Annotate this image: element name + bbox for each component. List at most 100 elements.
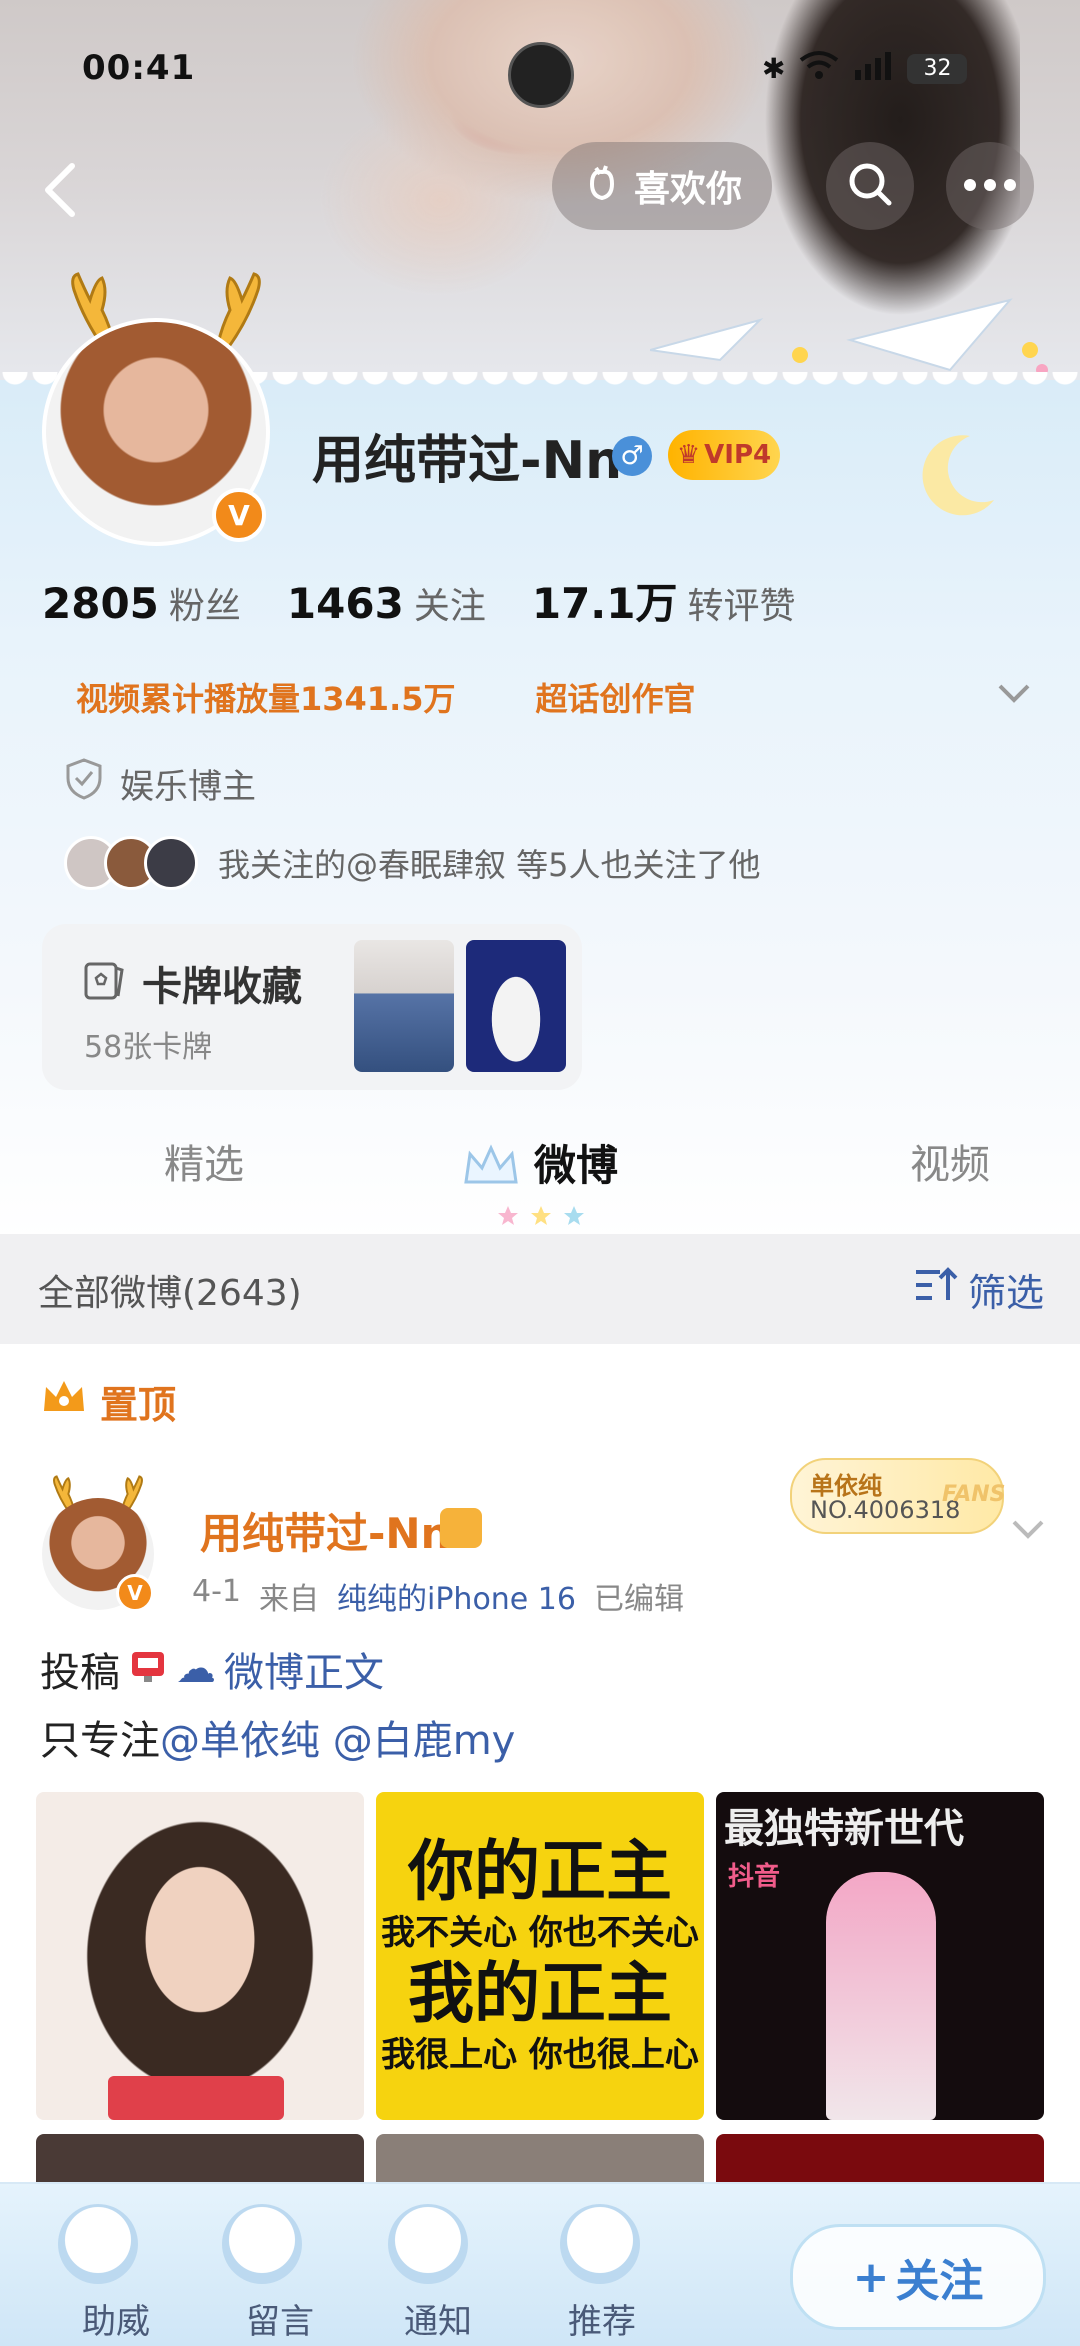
- card-collection[interactable]: 卡牌收藏 58张卡牌: [42, 924, 582, 1090]
- filter-sort-icon: [914, 1266, 958, 1313]
- fans-badge[interactable]: 单依纯 NO.4006318 FANS: [790, 1458, 1005, 1534]
- vip-badge[interactable]: ♛ VIP4: [668, 430, 780, 480]
- profile-tabs: 精选 微博 视频: [0, 1112, 1080, 1232]
- filter-button[interactable]: 筛选: [914, 1262, 1044, 1317]
- follow-button[interactable]: + 关注: [790, 2224, 1046, 2330]
- male-gender-icon: ♂: [612, 436, 652, 476]
- tab-weibo[interactable]: 微博: [534, 1132, 618, 1193]
- mutual-avatars: [64, 836, 198, 890]
- video-plays-tag[interactable]: 视频累计播放量1341.5万: [76, 674, 456, 720]
- post-text-line: 投稿 ☁ 微博正文: [40, 1640, 384, 1698]
- red-sticker: [108, 2076, 284, 2120]
- pinned-label-row: 置顶: [40, 1374, 176, 1429]
- interactions-stat[interactable]: 17.1万 转评赞: [532, 570, 796, 631]
- certification-row[interactable]: 娱乐博主: [66, 758, 256, 809]
- post-image-row: [36, 2134, 1046, 2184]
- post-meta: 4-1 来自 纯纯的iPhone 16 已编辑: [192, 1574, 684, 1618]
- post-device[interactable]: 纯纯的iPhone 16: [337, 1574, 576, 1618]
- expand-chevron-icon[interactable]: [996, 680, 1032, 708]
- post-edited: 已编辑: [593, 1582, 684, 1617]
- nav-notify[interactable]: 通知: [404, 2294, 472, 2343]
- post-image[interactable]: [36, 1792, 364, 2120]
- verified-badge-icon: V: [116, 1574, 154, 1612]
- singer-figure: [826, 1872, 936, 2120]
- followers-stat[interactable]: 2805 粉丝: [42, 577, 241, 629]
- filter-label: 筛选: [968, 1271, 1045, 1315]
- hand-heart-icon: [582, 162, 622, 211]
- card-collection-title: 卡牌收藏: [142, 964, 302, 1010]
- image-text: 我不关心 你也不关心: [381, 1913, 699, 1953]
- post-line2-prefix: 只专注: [40, 1718, 160, 1764]
- image-text: 我很上心 你也很上心: [381, 2035, 699, 2075]
- mention-link[interactable]: @单依纯: [160, 1718, 320, 1764]
- interactions-label: 转评赞: [687, 586, 796, 627]
- nav-cheer[interactable]: 助威: [82, 2294, 150, 2343]
- tab-video[interactable]: 视频: [910, 1132, 990, 1190]
- card-collection-count: 58张卡牌: [84, 1030, 213, 1065]
- following-count: 1463: [286, 579, 404, 628]
- post-image[interactable]: [36, 2134, 364, 2184]
- mutual-follow-row[interactable]: 我关注的@春眠肆叙 等5人也关注了他: [64, 836, 761, 890]
- mention-link[interactable]: @白鹿my: [333, 1718, 516, 1764]
- image-text: 我的正主: [408, 1955, 672, 2032]
- wifi-icon: [799, 50, 839, 87]
- post-image[interactable]: 最独特新世代 抖音: [716, 1792, 1044, 2120]
- cinnamoroll-icon: [388, 2204, 468, 2284]
- following-label: 关注: [413, 586, 486, 627]
- image-text: 抖音: [728, 1862, 781, 1892]
- profile-tags: 视频累计播放量1341.5万 超话创作官: [76, 674, 696, 720]
- cinnamoroll-icon: [560, 2204, 640, 2284]
- cinnamoroll-icon: [222, 2204, 302, 2284]
- image-text: 最独特新世代: [724, 1806, 964, 1852]
- post-author-name[interactable]: 用纯带过-Nn: [200, 1500, 450, 1561]
- cloud-icon: ☁: [176, 1646, 216, 1692]
- pinned-label: 置顶: [100, 1383, 177, 1427]
- supertopic-creator-tag[interactable]: 超话创作官: [536, 674, 696, 720]
- post-line1-prefix: 投稿: [40, 1650, 120, 1696]
- nav-message[interactable]: 留言: [246, 2294, 314, 2343]
- card-thumbnail[interactable]: [466, 940, 566, 1072]
- tab-featured[interactable]: 精选: [164, 1132, 244, 1190]
- following-stat[interactable]: 1463 关注: [287, 577, 486, 629]
- image-text: 你的正主: [408, 1833, 672, 1910]
- post-body-link[interactable]: 微博正文: [224, 1640, 384, 1698]
- bluetooth-icon: ✱: [762, 52, 786, 85]
- status-icons: ✱ 32: [762, 50, 968, 87]
- post-text-line: 只专注@单依纯 @白鹿my: [40, 1708, 515, 1766]
- nav-recommend[interactable]: 推荐: [568, 2294, 636, 2343]
- member-crown-icon: [440, 1508, 482, 1548]
- crown-tab-icon: [464, 1144, 518, 1184]
- crown-icon: ♛: [676, 440, 701, 470]
- vip-label: VIP4: [704, 440, 772, 470]
- post-image-grid: 你的正主 我不关心 你也不关心 我的正主 我很上心 你也很上心 最独特新世代 抖…: [36, 1792, 1046, 2122]
- post-image[interactable]: [716, 2134, 1044, 2184]
- search-button[interactable]: [826, 142, 914, 230]
- post-menu-chevron-icon[interactable]: [1010, 1516, 1046, 1542]
- stars-indicator-icon: [498, 1206, 584, 1225]
- post-source-prefix: 来自: [259, 1582, 319, 1617]
- all-weibo-count: 全部微博(2643): [38, 1273, 302, 1314]
- mutual-avatar: [144, 836, 198, 890]
- plus-icon: +: [852, 2251, 890, 2303]
- post-image[interactable]: [376, 2134, 704, 2184]
- like-you-button[interactable]: 喜欢你: [552, 142, 772, 230]
- more-icon: [963, 177, 1017, 196]
- search-icon: [845, 159, 895, 213]
- more-button[interactable]: [946, 142, 1034, 230]
- filter-bar: 全部微博(2643) 筛选: [0, 1234, 1080, 1344]
- mailbox-icon: [128, 1644, 168, 1694]
- signal-icon: [853, 50, 893, 87]
- card-thumbnail[interactable]: [354, 940, 454, 1072]
- card-collection-icon: [84, 962, 124, 1000]
- follow-label: 关注: [895, 2256, 984, 2307]
- profile-stats: 2805 粉丝 1463 关注 17.1万 转评赞: [42, 570, 842, 631]
- post-image[interactable]: 你的正主 我不关心 你也不关心 我的正主 我很上心 你也很上心: [376, 1792, 704, 2120]
- shield-check-icon: [66, 758, 102, 809]
- like-you-label: 喜欢你: [633, 169, 742, 210]
- battery-icon: 32: [907, 53, 968, 84]
- interactions-count: 17.1万: [531, 579, 678, 628]
- pinned-crown-icon: [40, 1377, 88, 1426]
- back-button[interactable]: [40, 160, 80, 220]
- followers-label: 粉丝: [168, 586, 241, 627]
- profile-username: 用纯带过-Nn: [312, 431, 623, 491]
